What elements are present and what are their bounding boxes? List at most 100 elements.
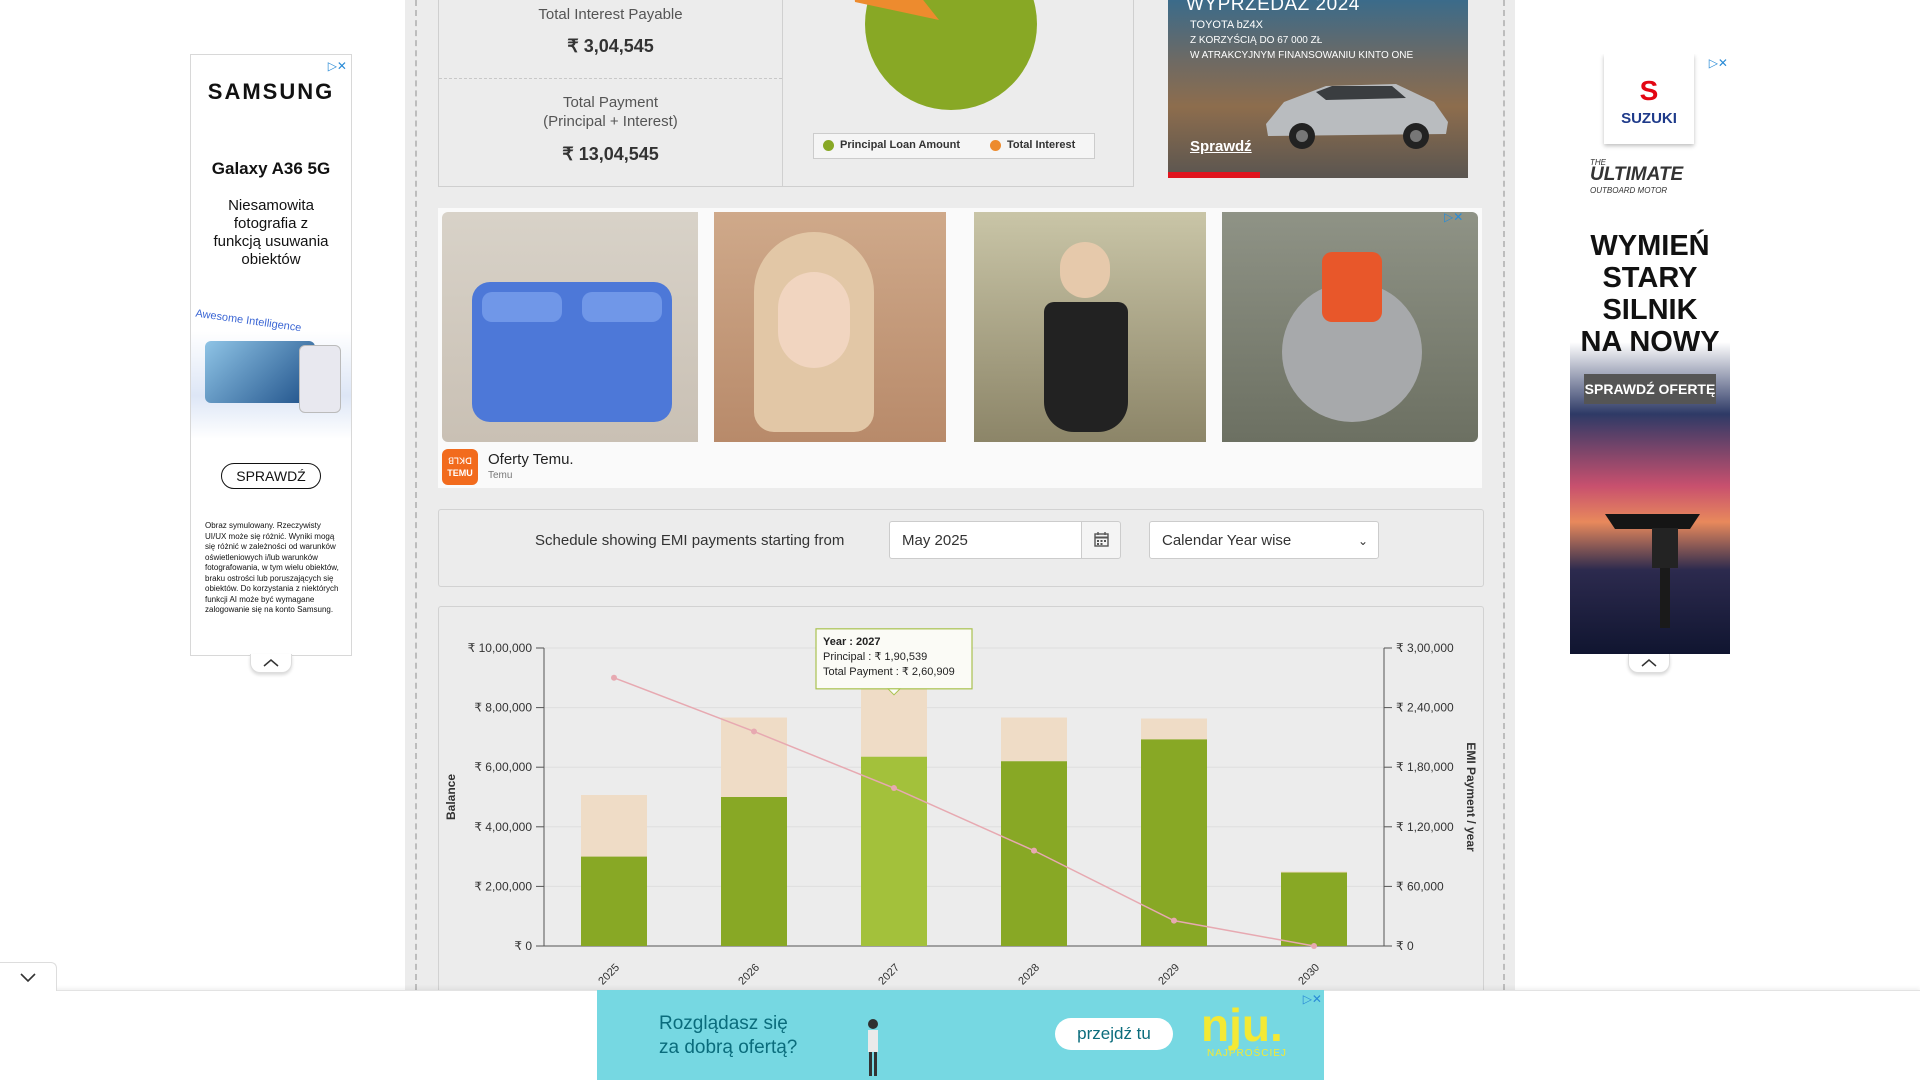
car-ad-model: TOYOTA bZ4X [1190,19,1263,31]
y-tick-label: ₹ 8,00,000 [474,701,532,715]
schedule-mode-select[interactable]: Calendar Year wise ⌄ [1149,521,1379,559]
total-payment-value: ₹ 13,04,545 [562,144,659,164]
car-ad-line1: Z KORZYŚCIĄ DO 67 000 ZŁ [1190,35,1323,46]
samsung-disclaimer: Obraz symulowany. Rzeczywisty UI/UX może… [205,521,339,614]
temu-product-dress[interactable] [974,212,1206,442]
suzuki-logo: S SUZUKI [1604,54,1694,144]
x-tick-label: 2025 [596,962,622,988]
nju-ad-copy: Rozglądasz się za dobrą ofertą? [659,1013,798,1058]
y-axis-title: Balance [444,774,458,820]
chevron-up-icon [263,659,279,667]
temu-product-mattress[interactable] [442,212,698,442]
adchoices-icon[interactable]: ▷✕ [1709,54,1728,72]
schedule-controls: Schedule showing EMI payments starting f… [438,509,1484,587]
total-interest-label: Total Interest Payable [538,6,683,23]
nju-brand: nju. [1201,999,1283,1051]
x-tick-label: 2026 [736,962,762,988]
suzuki-ad[interactable]: ▷✕ S SUZUKI THE ULTIMATE OUTBOARD MOTOR … [1570,54,1730,654]
legend-interest-label: Total Interest [1007,139,1076,151]
nju-cta-button[interactable]: przejdź tu [1055,1018,1173,1050]
car-ad-headline: WYPRZEDAŻ 2024 [1186,0,1360,15]
calendar-button[interactable] [1081,521,1121,559]
suzuki-cta-button[interactable]: SPRAWDŹ OFERTĘ [1584,374,1716,404]
y-tick-label: ₹ 6,00,000 [474,760,532,774]
balance-point-2029 [1171,917,1177,924]
car-ad-cta[interactable]: Sprawdź [1190,138,1252,155]
bar-interest-2030 [1281,871,1347,873]
total-payment-sublabel: (Principal + Interest) [543,113,678,130]
tooltip-principal: Principal : ₹ 1,90,539 [823,651,927,663]
temu-ad-subtitle: Temu [488,470,513,481]
legend-principal[interactable]: Principal Loan Amount [823,139,960,151]
car-image [1266,84,1448,149]
balance-point-2028 [1031,847,1037,854]
start-date-input[interactable]: May 2025 [889,521,1081,559]
bar-principal-2029 [1141,739,1207,946]
tooltip-total: Total Payment : ₹ 2,60,909 [823,666,955,678]
bar-principal-2026 [721,797,787,946]
bar-interest-2025 [581,795,647,857]
total-interest-value: ₹ 3,04,545 [567,36,654,56]
balance-point-2027 [891,785,897,792]
pie-legend: Principal Loan Amount Total Interest [813,133,1095,159]
samsung-copy: Niesamowita fotografia z funkcją usuwani… [213,197,329,268]
temu-ad[interactable]: ▷✕ ꓭꓶꓘꓷ TEMU Oferty Temu. Temu [438,208,1482,488]
temu-product-wig[interactable] [714,212,946,442]
boat-motor-image [1605,514,1700,628]
y2-tick-label: ₹ 1,20,000 [1396,820,1454,834]
x-tick-label: 2028 [1016,962,1042,988]
suzuki-ad-collapse[interactable] [1628,654,1670,673]
suzuki-headline: WYMIEŃ STARY SILNIK NA NOWY [1580,230,1720,358]
schedule-mode-value: Calendar Year wise [1162,532,1292,549]
car-ad-line2: W ATRAKCYJNYM FINANSOWANIU KINTO ONE [1190,50,1414,61]
samsung-phone-image [191,331,351,439]
samsung-product: Galaxy A36 5G [211,159,331,178]
adchoices-icon[interactable]: ▷✕ [328,57,347,75]
emi-chart-panel: ₹ 10,00,000 ₹ 8,00,000 ₹ 6,00,000 ₹ 4,00,00… [438,606,1484,991]
nju-ad[interactable]: Rozglądasz się za dobrą ofertą? przejdź t… [597,990,1324,1080]
balance-point-2025 [611,674,617,681]
bar-interest-2027 [861,686,927,757]
chevron-up-icon [1641,659,1657,667]
chevron-down-icon [20,973,36,983]
pie-slice-principal [865,0,1037,110]
y-tick-label: ₹ 0 [514,939,532,953]
tooltip-year: Year : 2027 [823,636,881,648]
toyota-ad[interactable]: WYPRZEDAŻ 2024 TOYOTA bZ4X Z KORZYŚCIĄ D… [1168,0,1468,178]
samsung-ad-collapse[interactable] [250,654,292,673]
legend-interest[interactable]: Total Interest [990,139,1075,151]
y2-tick-label: ₹ 2,40,000 [1396,701,1454,715]
samsung-cta-button[interactable]: SPRAWDŹ [221,463,321,489]
suzuki-slogan-sub: OUTBOARD MOTOR [1590,186,1668,195]
x-tick-label: 2027 [876,962,902,988]
x-tick-label: 2029 [1156,962,1182,988]
adchoices-icon[interactable]: ▷✕ [1303,990,1322,1008]
payment-pie-chart [854,0,1037,110]
nju-brand-sub: NAJPROŚCIEJ [1207,1048,1287,1059]
y2-axis-title: EMI Payment / year [1464,742,1478,852]
temu-logo: ꓭꓶꓘꓷ TEMU [442,449,478,485]
emi-bar-line-chart: ₹ 10,00,000 ₹ 8,00,000 ₹ 6,00,000 ₹ 4,00,00… [444,628,1478,988]
bar-principal-2025 [581,856,647,946]
bar-interest-2028 [1001,717,1067,762]
temu-product-trimmer-head[interactable] [1222,212,1478,442]
y-tick-label: ₹ 4,00,000 [474,820,532,834]
bottom-bar-toggle[interactable] [0,962,57,991]
temu-ad-title[interactable]: Oferty Temu. [488,451,574,468]
y-tick-label: ₹ 2,00,000 [474,879,532,893]
loan-summary-panel: Total Interest Payable ₹ 3,04,545 Total … [438,0,1134,187]
calendar-icon [1094,532,1109,547]
y2-tick-label: ₹ 60,000 [1396,879,1444,893]
person-figure-image [868,1019,878,1076]
balance-line [613,677,1315,947]
total-payment-label: Total Payment [562,94,659,111]
x-tick-label: 2030 [1296,962,1322,988]
balance-point-2030 [1311,943,1317,949]
adchoices-icon[interactable]: ▷✕ [1444,210,1463,224]
samsung-ad[interactable]: ▷✕ SAMSUNG Galaxy A36 5G Niesamowita fot… [190,54,352,656]
y2-tick-label: ₹ 0 [1396,939,1414,953]
y2-tick-label: ₹ 1,80,000 [1396,760,1454,774]
y-tick-label: ₹ 10,00,000 [468,641,533,655]
bar-interest-2029 [1141,718,1207,740]
bar-principal-2030 [1281,872,1347,946]
